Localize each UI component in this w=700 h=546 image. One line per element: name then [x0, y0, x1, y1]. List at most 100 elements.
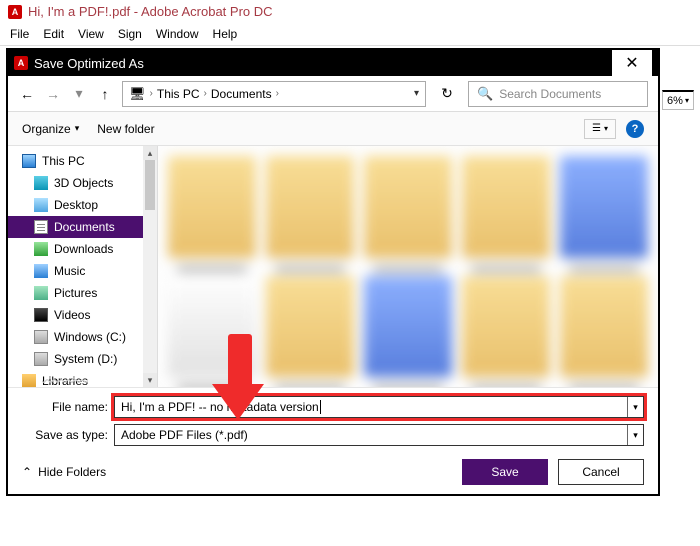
save-button[interactable]: Save	[462, 459, 548, 485]
dialog-title-bar: A Save Optimized As ✕	[8, 50, 658, 76]
hide-folders-button[interactable]: ⌃ Hide Folders	[22, 465, 106, 479]
tree-music[interactable]: Music	[8, 260, 143, 282]
scrollbar-thumb[interactable]	[145, 160, 155, 210]
menu-window[interactable]: Window	[156, 27, 199, 41]
dialog-footer: ⌃ Hide Folders Save Cancel	[8, 450, 658, 494]
tree-scrollbar[interactable]: ▴ ▾	[143, 146, 157, 387]
libraries-icon	[22, 374, 36, 387]
new-folder-button[interactable]: New folder	[97, 122, 154, 136]
up-button[interactable]: ↑	[96, 85, 114, 103]
folder-icon	[560, 156, 648, 258]
address-bar[interactable]: 🖥 › This PC › Documents › ▾	[122, 81, 426, 107]
address-dropdown-icon[interactable]: ▾	[414, 88, 419, 99]
view-mode-button[interactable]: ☰ ▾	[584, 119, 616, 139]
app-title-bar: A Hi, I'm a PDF!.pdf - Adobe Acrobat Pro…	[0, 0, 700, 23]
folder-icon	[364, 276, 452, 378]
folder-icon	[560, 276, 648, 378]
tree-item-label: Libraries	[42, 374, 88, 387]
tree-this-pc[interactable]: This PC	[8, 150, 143, 172]
save-dialog: A Save Optimized As ✕ ← → ▾ ↑ 🖥 › This P…	[6, 48, 660, 496]
3d-objects-icon	[34, 176, 48, 190]
help-button[interactable]: ?	[626, 120, 644, 138]
chevron-down-icon: ▾	[75, 123, 80, 134]
chevron-down-icon: ▾	[604, 124, 608, 133]
close-button[interactable]: ✕	[612, 50, 652, 76]
folder-icon	[462, 156, 550, 258]
list-view-icon: ☰	[592, 123, 601, 134]
hide-folders-label: Hide Folders	[38, 465, 106, 479]
cancel-button[interactable]: Cancel	[558, 459, 644, 485]
zoom-level[interactable]: 6% ▾	[662, 90, 694, 110]
tree-desktop[interactable]: Desktop	[8, 194, 143, 216]
save-type-select[interactable]: Adobe PDF Files (*.pdf) ▾	[114, 424, 644, 446]
tree-item-label: System (D:)	[54, 352, 117, 366]
crumb-this-pc[interactable]: This PC	[157, 87, 200, 101]
folder-icon	[266, 276, 354, 378]
tree-system-d[interactable]: System (D:)	[8, 348, 143, 370]
folder-icon	[364, 156, 452, 258]
menu-bar: File Edit View Sign Window Help	[0, 23, 700, 46]
acrobat-icon: A	[14, 56, 28, 70]
chevron-down-icon: ▾	[685, 96, 689, 105]
folder-icon	[266, 156, 354, 258]
app-title-text: Hi, I'm a PDF!.pdf - Adobe Acrobat Pro D…	[28, 4, 273, 19]
tree-videos[interactable]: Videos	[8, 304, 143, 326]
crumb-documents[interactable]: Documents	[211, 87, 272, 101]
crumb-sep-icon: ›	[276, 88, 279, 99]
tree-downloads[interactable]: Downloads	[8, 238, 143, 260]
crumb-sep-icon: ›	[204, 88, 207, 99]
tree-pictures[interactable]: Pictures	[8, 282, 143, 304]
tree-windows-c[interactable]: Windows (C:)	[8, 326, 143, 348]
menu-edit[interactable]: Edit	[43, 27, 64, 41]
nav-tree[interactable]: This PC 3D Objects Desktop Documents Dow…	[8, 146, 143, 387]
search-placeholder: Search Documents	[499, 87, 601, 101]
save-type-label: Save as type:	[22, 428, 108, 442]
filename-dropdown[interactable]: ▾	[627, 397, 643, 417]
nav-row: ← → ▾ ↑ 🖥 › This PC › Documents › ▾ ↻ 🔍 …	[8, 76, 658, 112]
pc-icon: 🖥	[129, 86, 146, 102]
back-button[interactable]: ←	[18, 85, 36, 103]
tree-item-label: 3D Objects	[54, 176, 113, 190]
toolbar-row: Organize ▾ New folder ☰ ▾ ?	[8, 112, 658, 146]
text-cursor	[320, 400, 321, 414]
desktop-icon	[34, 198, 48, 212]
tree-item-label: Music	[54, 264, 85, 278]
videos-icon	[34, 308, 48, 322]
save-type-dropdown[interactable]: ▾	[627, 425, 643, 445]
crumb-sep-icon: ›	[150, 88, 153, 99]
documents-icon	[34, 220, 48, 234]
form-area: File name: Hi, I'm a PDF! -- no metadata…	[8, 387, 658, 450]
tree-libraries[interactable]: Libraries	[8, 370, 143, 387]
scroll-down-icon[interactable]: ▾	[143, 373, 157, 387]
zoom-value: 6%	[667, 95, 683, 107]
pictures-icon	[34, 286, 48, 300]
folder-icon	[168, 156, 256, 258]
tree-item-label: Windows (C:)	[54, 330, 126, 344]
menu-file[interactable]: File	[10, 27, 29, 41]
organize-label: Organize	[22, 122, 71, 136]
forward-button[interactable]: →	[44, 85, 62, 103]
folder-icon	[462, 276, 550, 378]
search-input[interactable]: 🔍 Search Documents	[468, 81, 648, 107]
menu-sign[interactable]: Sign	[118, 27, 142, 41]
close-icon: ✕	[625, 53, 638, 73]
downloads-icon	[34, 242, 48, 256]
tree-documents[interactable]: Documents	[8, 216, 143, 238]
refresh-button[interactable]: ↻	[434, 81, 460, 107]
chevron-up-icon: ⌃	[22, 465, 32, 479]
tree-item-label: Videos	[54, 308, 90, 322]
organize-button[interactable]: Organize ▾	[22, 122, 79, 136]
dialog-body: This PC 3D Objects Desktop Documents Dow…	[8, 146, 658, 387]
acrobat-icon: A	[8, 5, 22, 19]
tree-item-label: Desktop	[54, 198, 98, 212]
search-icon: 🔍	[477, 86, 493, 102]
tree-3d-objects[interactable]: 3D Objects	[8, 172, 143, 194]
filename-input[interactable]: Hi, I'm a PDF! -- no metadata version ▾	[114, 396, 644, 418]
pc-icon	[22, 154, 36, 168]
menu-help[interactable]: Help	[213, 27, 238, 41]
recent-locations-button[interactable]: ▾	[70, 85, 88, 103]
scroll-up-icon[interactable]: ▴	[143, 146, 157, 160]
menu-view[interactable]: View	[78, 27, 104, 41]
drive-icon	[34, 330, 48, 344]
annotation-arrow	[214, 334, 262, 428]
